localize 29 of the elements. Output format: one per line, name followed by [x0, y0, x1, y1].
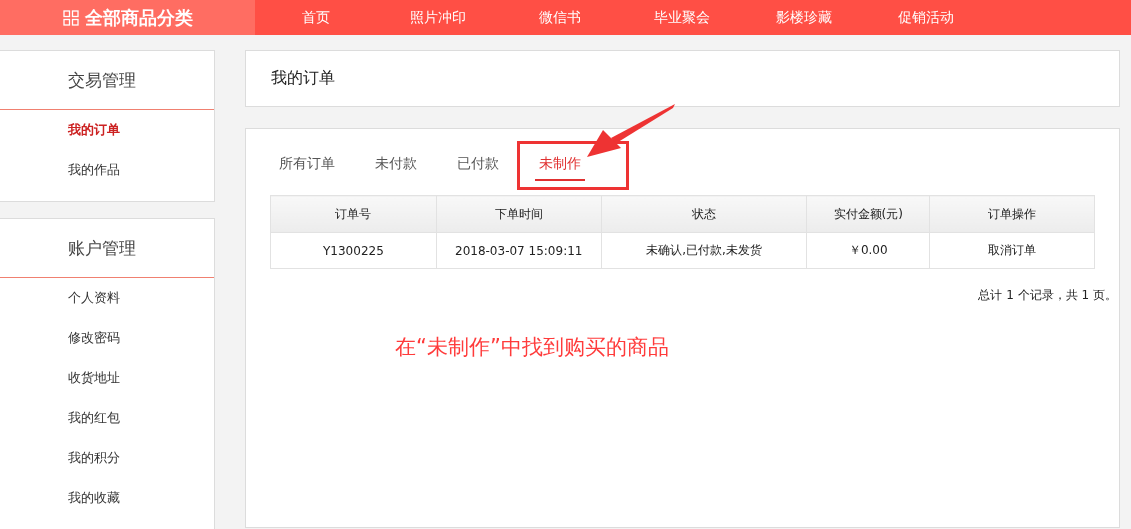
sidebar-item[interactable]: 我的红包 — [68, 398, 120, 438]
sidebar-item[interactable]: 收货地址 — [68, 358, 120, 398]
section-title: 交易管理 — [68, 68, 136, 92]
page-title: 我的订单 — [271, 68, 335, 89]
column-header: 实付金额(元) — [806, 195, 930, 233]
column-header: 订单号 — [270, 195, 437, 233]
tab[interactable]: 已付款 — [453, 149, 503, 181]
sidebar-item[interactable]: 我的订单 — [68, 110, 120, 150]
table-cell: Y1300225 — [270, 232, 437, 269]
table-cell: 未确认,已付款,未发货 — [601, 232, 807, 269]
tab[interactable]: 未制作 — [535, 149, 585, 181]
pagination-summary: 总计 1 个记录，共 1 页。 — [978, 288, 1117, 302]
sidebar-item[interactable]: 修改密码 — [68, 318, 120, 358]
sidebar-item[interactable]: 我的收藏 — [68, 478, 120, 518]
column-header: 状态 — [601, 195, 807, 233]
column-header: 订单操作 — [929, 195, 1095, 233]
sidebar-item[interactable]: 我的作品 — [68, 150, 120, 190]
column-header: 下单时间 — [436, 195, 602, 233]
category-menu-label: 全部商品分类 — [84, 5, 193, 30]
table-cell: 2018-03-07 15:09:11 — [436, 232, 602, 269]
sidebar-item[interactable]: 个人资料 — [68, 278, 120, 318]
section-title: 账户管理 — [68, 236, 136, 260]
tab[interactable]: 未付款 — [371, 149, 421, 181]
sidebar-item[interactable]: 我的积分 — [68, 438, 120, 478]
table-cell: ￥0.00 — [806, 232, 930, 269]
annotation-text: 在“未制作”中找到购买的商品 — [395, 335, 669, 359]
table-cell: 取消订单 — [929, 232, 1095, 269]
tab[interactable]: 所有订单 — [275, 149, 339, 181]
grid-icon — [62, 9, 79, 26]
